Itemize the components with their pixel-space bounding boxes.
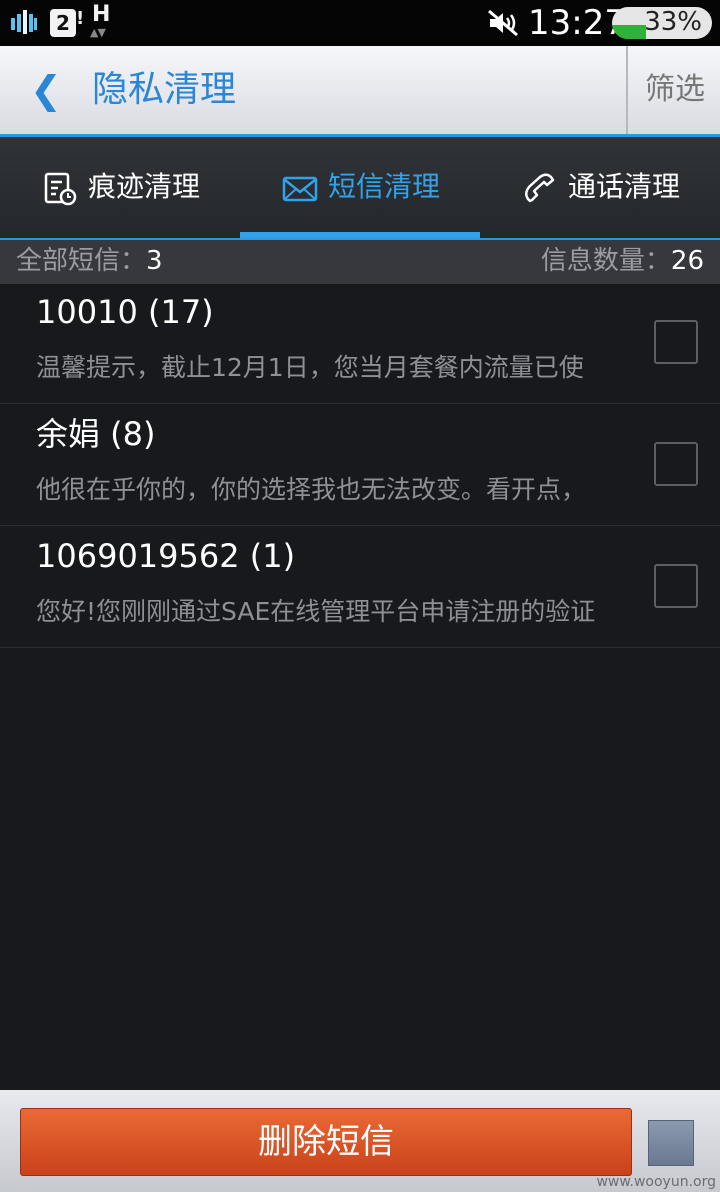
conversation-name: 余娟 (8) xyxy=(36,415,156,453)
filter-button[interactable]: 筛选 xyxy=(626,46,720,134)
tab-bar: 痕迹清理 短信清理 通话清理 xyxy=(0,137,720,238)
delete-sms-button[interactable]: 删除短信 xyxy=(20,1108,632,1176)
sms-list: 10010 (17) 温馨提示，截止12月1日，您当月套餐内流量已使 余娟 (8… xyxy=(0,282,720,648)
watermark: www.wooyun.org xyxy=(596,1174,716,1190)
tab-label: 痕迹清理 xyxy=(88,170,201,203)
select-checkbox[interactable] xyxy=(654,320,698,364)
message-count-value: 26 xyxy=(670,246,704,276)
select-checkbox[interactable] xyxy=(654,564,698,608)
back-chevron-icon[interactable]: ❮ xyxy=(30,70,62,110)
list-item[interactable]: 余娟 (8) 他很在乎你的，你的选择我也无法改变。看开点， xyxy=(0,404,720,526)
battery-percent: 33% xyxy=(644,7,702,37)
message-preview: 他很在乎你的，你的选择我也无法改变。看开点， xyxy=(36,475,587,504)
status-bar: 2 ! H ▲▼ 13:27 33% xyxy=(0,0,720,46)
conversation-name: 1069019562 (1) xyxy=(36,537,296,575)
select-all-checkbox[interactable] xyxy=(648,1120,694,1166)
bottom-action-bar: 删除短信 www.wooyun.org xyxy=(0,1090,720,1192)
sim-icon: 2 xyxy=(50,9,76,37)
message-count-label: 信息数量： xyxy=(540,246,671,276)
summary-bar: 全部短信：3 信息数量：26 xyxy=(0,238,720,284)
battery-indicator: 33% xyxy=(612,7,712,39)
tab-label: 通话清理 xyxy=(568,170,681,203)
phone-icon xyxy=(525,173,555,203)
message-count: 信息数量：26 xyxy=(541,240,704,282)
page-title: 隐私清理 xyxy=(92,69,237,110)
total-sms-label: 全部短信： xyxy=(16,246,147,276)
history-clean-icon xyxy=(44,172,77,206)
mute-icon xyxy=(488,9,518,37)
total-sms: 全部短信：3 xyxy=(16,240,163,282)
message-preview: 您好!您刚刚通过SAE在线管理平台申请注册的验证 xyxy=(36,597,596,626)
tab-sms-clean[interactable]: 短信清理 xyxy=(240,137,480,238)
data-activity-icon: ▲▼ xyxy=(90,26,106,39)
list-item[interactable]: 10010 (17) 温馨提示，截止12月1日，您当月套餐内流量已使 xyxy=(0,282,720,404)
network-type: H xyxy=(92,2,111,27)
tab-trace-clean[interactable]: 痕迹清理 xyxy=(0,137,240,238)
message-preview: 温馨提示，截止12月1日，您当月套餐内流量已使 xyxy=(36,353,584,382)
total-sms-value: 3 xyxy=(146,246,163,276)
signal-icon xyxy=(11,10,37,34)
mail-icon xyxy=(282,176,318,202)
select-checkbox[interactable] xyxy=(654,442,698,486)
sim-alert: ! xyxy=(76,8,85,29)
conversation-name: 10010 (17) xyxy=(36,293,214,331)
title-bar: ❮ 隐私清理 筛选 xyxy=(0,46,720,137)
tab-call-clean[interactable]: 通话清理 xyxy=(480,137,720,238)
list-item[interactable]: 1069019562 (1) 您好!您刚刚通过SAE在线管理平台申请注册的验证 xyxy=(0,526,720,648)
tab-label: 短信清理 xyxy=(328,170,441,203)
